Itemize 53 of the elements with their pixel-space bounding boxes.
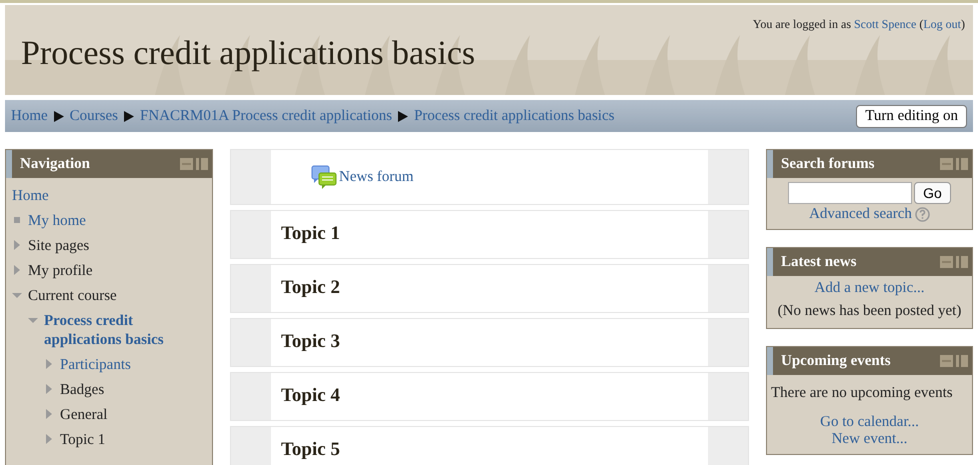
block-title: Upcoming events bbox=[781, 352, 892, 370]
logout-link[interactable]: Log out bbox=[923, 17, 961, 32]
nav-item[interactable]: Home bbox=[12, 187, 49, 206]
breadcrumb-link[interactable]: Process credit applications basics bbox=[414, 108, 614, 124]
block-title: Latest news bbox=[781, 254, 858, 270]
topic-title: Topic 5 bbox=[281, 439, 340, 460]
login-text: You are logged in as bbox=[752, 17, 852, 32]
dock-block-icon[interactable] bbox=[956, 355, 968, 367]
breadcrumb-link[interactable]: Courses bbox=[70, 108, 118, 124]
block-title: Search forums bbox=[781, 156, 876, 172]
help-icon[interactable] bbox=[914, 207, 930, 222]
nav-item[interactable]: Badges bbox=[60, 381, 104, 400]
nav-item[interactable]: My profile bbox=[28, 262, 93, 281]
separator-arrow-icon bbox=[124, 110, 134, 122]
hide-block-icon[interactable] bbox=[180, 158, 193, 170]
event-link[interactable]: Go to calendar... bbox=[820, 414, 919, 431]
nav-item[interactable]: My home bbox=[28, 212, 86, 231]
hide-block-icon[interactable] bbox=[940, 355, 953, 367]
user-link[interactable]: Scott Spence bbox=[854, 17, 916, 32]
separator-arrow-icon bbox=[54, 110, 64, 122]
bullet-icon bbox=[14, 217, 20, 223]
no-news-text: (No news has been posted yet) bbox=[776, 302, 962, 321]
nav-item[interactable]: Participants bbox=[60, 356, 131, 375]
nav-item[interactable]: General bbox=[60, 406, 108, 425]
dock-block-icon[interactable] bbox=[956, 256, 968, 268]
event-link[interactable]: New event... bbox=[832, 431, 908, 448]
hide-block-icon[interactable] bbox=[940, 256, 953, 268]
separator-arrow-icon bbox=[398, 110, 408, 122]
nav-item[interactable]: Current course bbox=[28, 287, 117, 306]
paren-text: ( bbox=[918, 17, 924, 32]
turn-editing-on-button[interactable]: Turn editing on bbox=[856, 104, 967, 128]
forum-icon bbox=[311, 165, 337, 189]
hide-block-icon[interactable] bbox=[940, 158, 953, 170]
nav-item[interactable]: Topic 1 bbox=[60, 431, 106, 450]
advanced-search-link[interactable]: Advanced search bbox=[809, 206, 912, 223]
dock-block-icon[interactable] bbox=[196, 158, 208, 170]
topic-title: Topic 3 bbox=[281, 331, 340, 352]
nav-item[interactable]: Site pages bbox=[28, 237, 90, 256]
course-title: Process credit applications basics bbox=[21, 35, 476, 73]
topic-title: Topic 2 bbox=[281, 277, 340, 298]
block-title: Navigation bbox=[20, 156, 92, 172]
dock-block-icon[interactable] bbox=[956, 158, 968, 170]
paren-text: ) bbox=[961, 17, 965, 32]
topic-title: Topic 1 bbox=[281, 223, 340, 244]
go-button[interactable]: Go bbox=[914, 182, 951, 204]
breadcrumb-link[interactable]: Home bbox=[11, 108, 48, 124]
news-forum-link[interactable]: News forum bbox=[339, 166, 414, 188]
add-topic-link[interactable]: Add a new topic... bbox=[814, 280, 924, 296]
breadcrumb-link[interactable]: FNACRM01A Process credit applications bbox=[140, 108, 392, 124]
topic-title: Topic 4 bbox=[281, 385, 340, 406]
no-events-text: There are no upcoming events bbox=[771, 384, 954, 403]
search-field[interactable] bbox=[788, 182, 912, 204]
nav-item[interactable]: Process credit applications basics bbox=[44, 312, 206, 350]
